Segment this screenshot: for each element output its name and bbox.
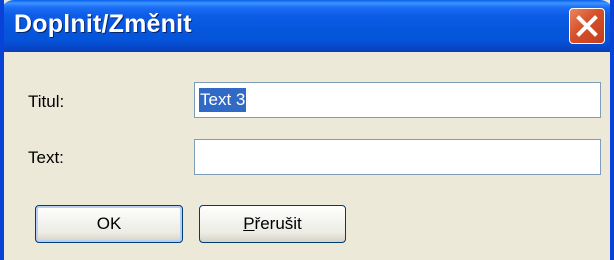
text-input[interactable]: [194, 139, 601, 175]
ok-button-label: OK: [96, 214, 122, 233]
title-bar[interactable]: Doplnit/Změnit: [4, 0, 610, 52]
text-field-label: Text:: [28, 148, 64, 167]
title-field-label: Titul:: [28, 92, 65, 111]
ok-button[interactable]: OK: [35, 205, 183, 243]
cancel-button-label: řerušit: [254, 214, 302, 233]
title-input[interactable]: Text 3: [194, 82, 601, 118]
cancel-button[interactable]: Přerušit: [199, 205, 346, 243]
window-title: Doplnit/Změnit: [14, 10, 192, 38]
title-input-value: Text 3: [199, 88, 247, 112]
cancel-button-mnemonic: P: [243, 214, 255, 233]
dialog-window: Doplnit/Změnit Titul: Text 3 Text: OK Př…: [0, 0, 614, 260]
close-button[interactable]: [569, 8, 605, 44]
close-icon: [576, 15, 598, 37]
